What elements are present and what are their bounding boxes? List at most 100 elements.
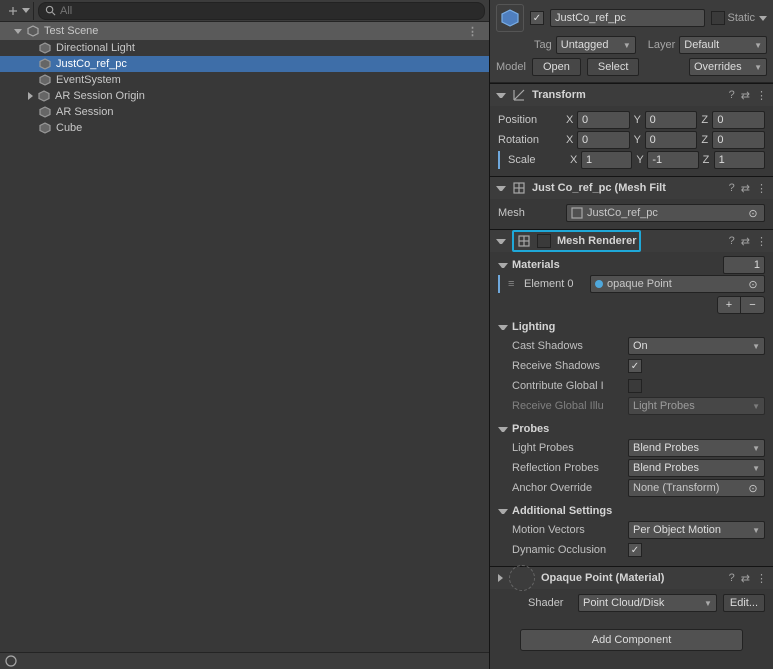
meshrenderer-title: Mesh Renderer — [557, 235, 636, 247]
item-label: Cube — [56, 122, 82, 134]
filter-icon[interactable] — [4, 654, 18, 668]
probes-header[interactable]: Probes — [498, 420, 765, 438]
rotation-z-input[interactable] — [712, 131, 765, 149]
mesh-object-field[interactable]: JustCo_ref_pc ⊙ — [566, 204, 765, 222]
preset-icon[interactable]: ⇄ — [741, 235, 750, 248]
search-input[interactable] — [60, 5, 478, 17]
cast-shadows-value: On — [633, 340, 648, 352]
gameobject-name-field[interactable] — [550, 9, 705, 27]
reflection-probes-label: Reflection Probes — [512, 462, 622, 474]
drag-handle-icon[interactable]: ≡ — [508, 278, 518, 290]
lighting-header[interactable]: Lighting — [498, 318, 765, 336]
motion-vectors-dropdown[interactable]: Per Object Motion▼ — [628, 521, 765, 539]
hierarchy-item-arsessionorigin[interactable]: AR Session Origin — [0, 88, 489, 104]
dynamic-occlusion-checkbox[interactable]: ✓ — [628, 543, 642, 557]
material-object-field[interactable]: opaque Point ⊙ — [590, 275, 765, 293]
component-mesh-renderer: Mesh Renderer ? ⇄ ⋮ Materials ≡ Element … — [490, 229, 773, 566]
contribute-gi-label: Contribute Global I — [512, 380, 622, 392]
hierarchy-item-cube[interactable]: Cube — [0, 120, 489, 136]
light-probes-dropdown[interactable]: Blend Probes▼ — [628, 439, 765, 457]
object-picker-icon[interactable]: ⊙ — [746, 278, 760, 291]
additional-header[interactable]: Additional Settings — [498, 502, 765, 520]
motion-vectors-label: Motion Vectors — [512, 524, 622, 536]
active-checkbox[interactable]: ✓ — [530, 11, 544, 25]
transform-header[interactable]: Transform ? ⇄ ⋮ — [490, 84, 773, 106]
gameobject-icon — [38, 121, 52, 135]
layer-label: Layer — [648, 39, 676, 51]
scene-header[interactable]: Test Scene ⋮ — [0, 22, 489, 40]
search-field[interactable] — [38, 2, 485, 20]
hierarchy-panel: Test Scene ⋮ Directional Light JustCo_re… — [0, 0, 490, 669]
open-button[interactable]: Open — [532, 58, 581, 76]
meshfilter-header[interactable]: Just Co_ref_pc (Mesh Filt ? ⇄ ⋮ — [490, 177, 773, 199]
renderer-enabled-checkbox[interactable] — [537, 234, 551, 248]
receive-shadows-label: Receive Shadows — [512, 360, 622, 372]
tag-label: Tag — [534, 39, 552, 51]
item-label: EventSystem — [56, 74, 121, 86]
meshrenderer-header[interactable]: Mesh Renderer ? ⇄ ⋮ — [490, 230, 773, 252]
cast-shadows-dropdown[interactable]: On▼ — [628, 337, 765, 355]
help-icon[interactable]: ? — [729, 572, 735, 584]
position-z-input[interactable] — [712, 111, 765, 129]
mesh-value: JustCo_ref_pc — [587, 207, 658, 219]
hierarchy-item-eventsystem[interactable]: EventSystem — [0, 72, 489, 88]
position-y-input[interactable] — [645, 111, 698, 129]
scene-menu-icon[interactable]: ⋮ — [467, 25, 485, 38]
hierarchy-tree: Directional Light JustCo_ref_pc EventSys… — [0, 40, 489, 136]
select-button[interactable]: Select — [587, 58, 640, 76]
rotation-y-input[interactable] — [645, 131, 698, 149]
materials-header[interactable]: Materials — [498, 256, 765, 274]
static-checkbox[interactable] — [711, 11, 725, 25]
kebab-icon[interactable]: ⋮ — [756, 572, 767, 585]
material-header[interactable]: Opaque Point (Material) ? ⇄ ⋮ — [490, 567, 773, 589]
kebab-icon[interactable]: ⋮ — [756, 182, 767, 195]
kebab-icon[interactable]: ⋮ — [756, 89, 767, 102]
scale-y-input[interactable] — [647, 151, 698, 169]
layer-dropdown[interactable]: Default▼ — [679, 36, 767, 54]
chevron-down-icon[interactable] — [759, 16, 767, 21]
object-picker-icon[interactable]: ⊙ — [746, 482, 760, 495]
receive-shadows-checkbox[interactable]: ✓ — [628, 359, 642, 373]
gameobject-icon-large[interactable] — [496, 4, 524, 32]
receive-gi-label: Receive Global Illu — [512, 400, 622, 412]
element0-label: Element 0 — [524, 278, 584, 290]
create-dropdown[interactable] — [4, 2, 34, 20]
light-icon — [38, 41, 52, 55]
materials-count-input[interactable] — [723, 256, 765, 274]
scene-name: Test Scene — [44, 25, 98, 37]
preset-icon[interactable]: ⇄ — [741, 182, 750, 195]
help-icon[interactable]: ? — [729, 235, 735, 247]
rotation-x-input[interactable] — [577, 131, 630, 149]
chevron-right-icon[interactable] — [28, 92, 33, 100]
component-transform: Transform ? ⇄ ⋮ Position X Y Z Rotation … — [490, 83, 773, 176]
mesh-icon — [571, 207, 583, 219]
help-icon[interactable]: ? — [729, 182, 735, 194]
tag-dropdown[interactable]: Untagged▼ — [556, 36, 636, 54]
shader-dropdown[interactable]: Point Cloud/Disk▼ — [578, 594, 717, 612]
hierarchy-toolbar — [0, 0, 489, 22]
help-icon[interactable]: ? — [729, 89, 735, 101]
hierarchy-item-arsession[interactable]: AR Session — [0, 104, 489, 120]
array-remove-button[interactable]: − — [741, 296, 765, 314]
contribute-gi-checkbox[interactable] — [628, 379, 642, 393]
gameobject-header: ✓ Static Tag Untagged▼ Layer Default▼ Mo… — [490, 0, 773, 83]
object-picker-icon[interactable]: ⊙ — [746, 207, 760, 220]
preset-icon[interactable]: ⇄ — [741, 572, 750, 585]
hierarchy-item-directional-light[interactable]: Directional Light — [0, 40, 489, 56]
layer-value: Default — [684, 39, 719, 51]
scale-z-input[interactable] — [714, 151, 765, 169]
reflection-probes-dropdown[interactable]: Blend Probes▼ — [628, 459, 765, 477]
additional-title: Additional Settings — [512, 505, 612, 517]
meshrenderer-icon — [517, 234, 531, 248]
position-x-input[interactable] — [577, 111, 630, 129]
array-add-button[interactable]: + — [717, 296, 741, 314]
anchor-object-field[interactable]: None (Transform)⊙ — [628, 479, 765, 497]
scale-x-input[interactable] — [581, 151, 632, 169]
hierarchy-item-justco[interactable]: JustCo_ref_pc — [0, 56, 489, 72]
shader-edit-button[interactable]: Edit... — [723, 594, 765, 612]
add-component-button[interactable]: Add Component — [520, 629, 743, 651]
overrides-dropdown[interactable]: Overrides▼ — [689, 58, 767, 76]
preset-icon[interactable]: ⇄ — [741, 89, 750, 102]
kebab-icon[interactable]: ⋮ — [756, 235, 767, 248]
chevron-down-icon — [496, 93, 506, 98]
